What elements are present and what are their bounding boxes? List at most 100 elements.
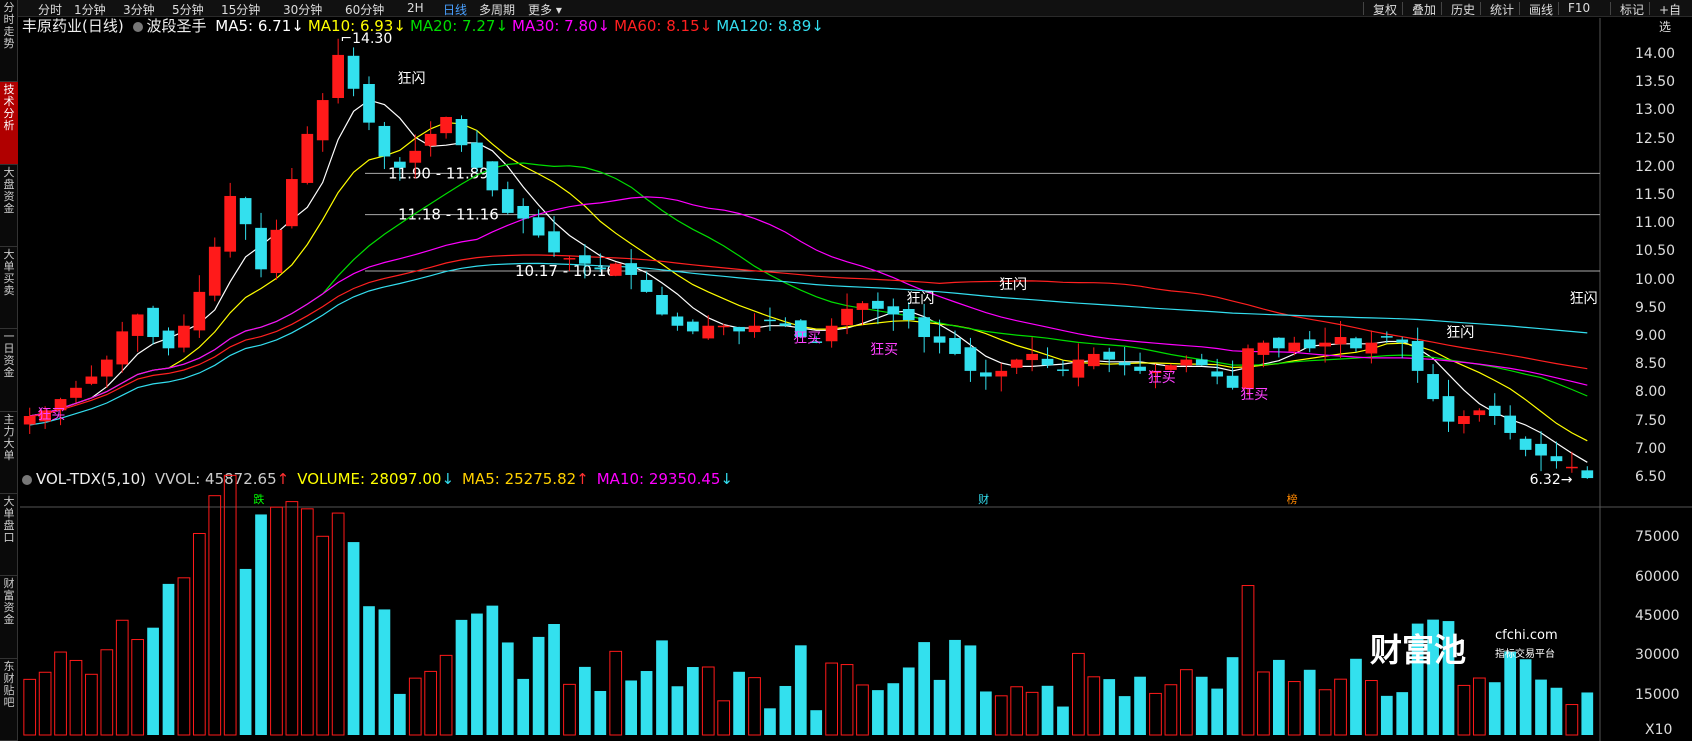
price-tick-3: 12.50 <box>1635 130 1676 147</box>
candle-body <box>1504 415 1517 433</box>
candle-body <box>147 307 159 338</box>
candle-body <box>764 319 776 322</box>
candle-body <box>347 55 360 89</box>
volume-bar <box>1025 691 1039 736</box>
kuangmai-label-0: 狂买 <box>37 407 65 423</box>
volume-unit: X10 <box>1645 722 1673 738</box>
volume-bar <box>887 683 900 735</box>
volume-bar <box>949 639 961 735</box>
volume-bar <box>825 662 838 736</box>
volume-bar <box>300 508 314 736</box>
candle-body <box>208 246 221 296</box>
candle-body <box>1226 375 1239 388</box>
volume-bar <box>686 667 699 735</box>
volume-bar <box>239 568 252 735</box>
candle-body <box>1288 342 1301 352</box>
kuangmai-label-2: 狂买 <box>870 342 898 358</box>
candle-body <box>902 309 915 321</box>
volume-tick-2: 45000 <box>1635 608 1680 624</box>
candle-body <box>1303 339 1316 349</box>
volume-bar <box>255 514 267 735</box>
candle-body <box>995 370 1008 377</box>
volume-bar <box>162 583 175 735</box>
volume-bar <box>1565 704 1579 736</box>
candle-body <box>1057 369 1069 371</box>
candle-body <box>872 300 884 309</box>
watermark-slogan: 指标交易平台 <box>1495 649 1555 660</box>
volume-bar <box>223 474 237 736</box>
candle-body <box>1427 374 1439 400</box>
volume-bar <box>1334 678 1347 736</box>
candle-body <box>733 326 745 332</box>
candle-body <box>471 142 483 168</box>
volume-bar <box>131 639 145 736</box>
volume-bar <box>872 690 884 735</box>
candle-body <box>1010 359 1023 368</box>
candle-body <box>517 205 530 219</box>
candle-body <box>486 161 499 191</box>
kuangmai-label-1: 狂买 <box>793 331 821 347</box>
volume-bar <box>1396 692 1409 735</box>
volume-bar <box>902 667 915 735</box>
candle-body <box>316 100 329 141</box>
kuangshan-label-1: 狂闪 <box>906 291 934 307</box>
candle-body <box>579 255 591 264</box>
volume-bar <box>779 685 792 735</box>
candle-body <box>548 231 560 253</box>
kuangshan-label-4: 狂闪 <box>1570 291 1598 307</box>
volume-bar <box>609 650 623 736</box>
price-tick-9: 9.50 <box>1635 299 1667 316</box>
kuangmai-label-4: 狂买 <box>1240 387 1268 403</box>
candle-body <box>1211 371 1224 377</box>
price-tick-14: 7.00 <box>1635 440 1667 457</box>
volume-bar <box>1072 652 1085 736</box>
candle-body <box>1072 359 1085 378</box>
candle-body <box>224 195 237 252</box>
volume-bar <box>378 609 391 735</box>
volume-bar <box>810 710 823 735</box>
volume-bar <box>1457 684 1471 736</box>
price-tick-11: 8.50 <box>1635 356 1667 373</box>
volume-bar <box>424 670 438 736</box>
candle-body <box>1442 396 1455 422</box>
volume-bar <box>918 642 931 735</box>
volume-bar <box>794 645 807 735</box>
candle-body <box>1180 359 1193 366</box>
volume-bar <box>1472 677 1486 736</box>
volume-bar <box>1134 676 1146 735</box>
volume-bar <box>270 506 283 736</box>
price-tick-5: 11.50 <box>1635 186 1676 203</box>
candle-body <box>23 416 36 425</box>
candle-body <box>286 179 298 227</box>
candle-body <box>1087 353 1100 367</box>
volume-bar <box>1303 669 1316 735</box>
candle-body <box>594 267 607 270</box>
candle-body <box>825 325 838 342</box>
volume-bar <box>23 678 37 736</box>
watermark-logo: 财富池 <box>1370 631 1467 669</box>
volume-bar <box>532 636 545 735</box>
volume-bar <box>1087 676 1101 736</box>
ma-line-5 <box>29 99 1588 463</box>
candle-body <box>270 229 283 274</box>
volume-bar <box>1164 684 1178 736</box>
candle-body <box>1535 443 1547 456</box>
volume-bar <box>1226 657 1239 735</box>
volume-bar <box>393 693 406 735</box>
candle-body <box>332 54 345 98</box>
volume-bar <box>1041 685 1054 735</box>
volume-bar <box>933 679 946 735</box>
candle-body <box>1041 358 1054 366</box>
candle-body <box>1488 405 1501 417</box>
volume-bar <box>671 686 684 735</box>
volume-bar <box>192 532 206 736</box>
volume-bar <box>594 690 607 735</box>
event-label-1: 财 <box>978 492 989 506</box>
volume-bar <box>1103 679 1116 735</box>
price-tick-1: 13.50 <box>1635 74 1676 91</box>
event-label-0: 跌 <box>253 492 264 506</box>
volume-bar <box>1010 686 1024 736</box>
volume-bar <box>964 645 977 735</box>
candle-body <box>1566 466 1578 469</box>
volume-bar <box>1519 659 1532 735</box>
